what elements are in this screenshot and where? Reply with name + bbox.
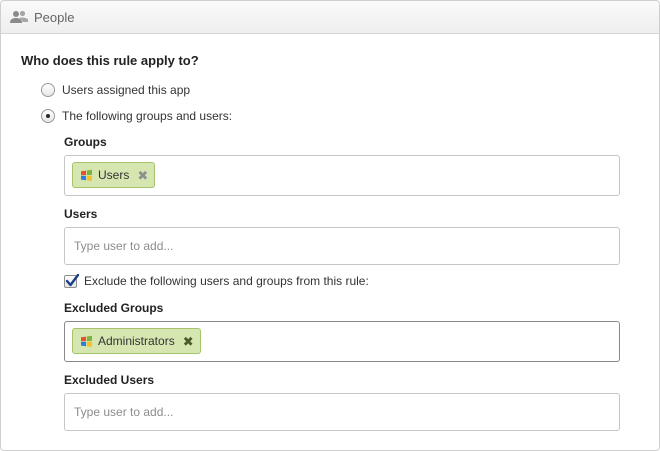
windows-logo-icon: [80, 335, 93, 348]
users-input[interactable]: [65, 228, 619, 264]
people-panel: People Who does this rule apply to? User…: [0, 0, 660, 451]
group-tag-users: Users ✖: [72, 162, 156, 188]
close-icon[interactable]: ✖: [137, 169, 148, 182]
excluded-groups-field[interactable]: Administrators ✖: [64, 321, 620, 362]
excluded-users-field[interactable]: [64, 393, 620, 431]
excluded-users-label: Excluded Users: [64, 373, 155, 387]
radio-button-assigned[interactable]: [41, 83, 55, 97]
radio-label-following: The following groups and users:: [62, 109, 233, 123]
users-label: Users: [64, 207, 98, 221]
exclude-checkbox[interactable]: [64, 273, 80, 288]
exclude-option[interactable]: Exclude the following users and groups f…: [64, 273, 369, 288]
excluded-users-input[interactable]: [65, 394, 619, 430]
group-tag-label: Users: [98, 168, 130, 182]
radio-label-assigned: Users assigned this app: [62, 83, 191, 97]
radio-option-following[interactable]: The following groups and users:: [41, 109, 232, 123]
exclude-label: Exclude the following users and groups f…: [84, 274, 369, 288]
excluded-groups-label: Excluded Groups: [64, 301, 164, 315]
rule-question: Who does this rule apply to?: [21, 53, 199, 68]
close-icon[interactable]: ✖: [183, 335, 194, 348]
excluded-group-tag-label: Administrators: [98, 334, 175, 348]
radio-option-assigned[interactable]: Users assigned this app: [41, 83, 190, 97]
radio-button-following[interactable]: [41, 109, 55, 123]
panel-title: People: [34, 9, 75, 25]
panel-header: People: [1, 1, 659, 34]
windows-logo-icon: [80, 169, 93, 182]
excluded-group-tag-administrators: Administrators ✖: [72, 328, 201, 354]
groups-field[interactable]: Users ✖: [64, 155, 620, 196]
users-field[interactable]: [64, 227, 620, 265]
people-icon: [10, 10, 28, 24]
groups-label: Groups: [64, 135, 107, 149]
